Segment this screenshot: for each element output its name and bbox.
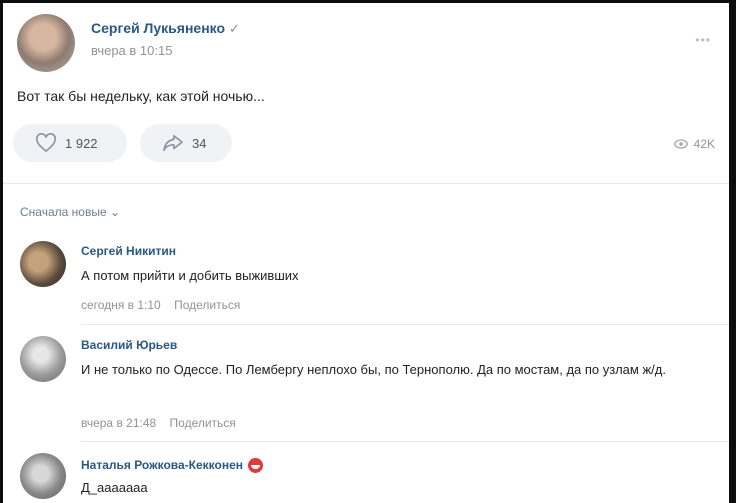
post-page: Сергей Лукьяненко ✓ вчера в 10:15 ••• Вот…	[3, 3, 729, 503]
chevron-down-icon: ⌄	[109, 205, 121, 219]
comment-text: И не только по Одессе. По Лембергу непло…	[81, 362, 666, 377]
share-count: 34	[192, 135, 207, 151]
comment-avatar[interactable]	[20, 453, 66, 499]
sort-dropdown[interactable]: Сначала новые ⌄	[20, 205, 120, 219]
like-button[interactable]: 1 922	[13, 124, 127, 162]
comment-divider	[81, 441, 729, 442]
comment-divider	[81, 324, 729, 325]
author-name[interactable]: Сергей Лукьяненко	[91, 20, 225, 36]
verified-icon: ✓	[229, 21, 240, 36]
emoji-icon	[248, 458, 264, 474]
comment-meta: сегодня в 1:10 Поделиться	[81, 298, 240, 312]
comment-share-link[interactable]: Поделиться	[170, 416, 236, 430]
views-count: 42K	[693, 137, 715, 151]
comment-meta: вчера в 21:48 Поделиться	[81, 416, 236, 430]
comment-text: А потом прийти и добить выживших	[81, 268, 299, 283]
share-arrow-icon	[163, 134, 183, 152]
views-counter: 42K	[673, 137, 715, 151]
author-avatar[interactable]	[17, 14, 75, 72]
comment-avatar[interactable]	[20, 241, 66, 287]
comment-avatar[interactable]	[20, 336, 66, 382]
post-time[interactable]: вчера в 10:15	[91, 43, 172, 58]
share-button[interactable]: 34	[140, 124, 232, 162]
comment-time[interactable]: сегодня в 1:10	[81, 298, 161, 312]
heart-icon	[36, 133, 56, 153]
comment-share-link[interactable]: Поделиться	[174, 298, 240, 312]
sort-label: Сначала новые	[20, 205, 107, 219]
comment-time[interactable]: вчера в 21:48	[81, 416, 156, 430]
post-text: Вот так бы недельку, как этой ночью...	[17, 88, 265, 104]
eye-icon	[673, 139, 688, 149]
like-count: 1 922	[65, 135, 98, 151]
more-options-icon[interactable]: •••	[695, 33, 711, 47]
divider	[3, 183, 729, 184]
comment-author[interactable]: Василий Юрьев	[81, 338, 177, 352]
post-author[interactable]: Сергей Лукьяненко ✓	[91, 20, 240, 37]
comment-author[interactable]: Сергей Никитин	[81, 244, 176, 258]
comment-author[interactable]: Наталья Рожкова-Кекконен	[81, 458, 243, 472]
comment-author-row: Наталья Рожкова-Кекконен	[81, 458, 264, 474]
comment-text: Д_ааааааа	[81, 480, 148, 495]
